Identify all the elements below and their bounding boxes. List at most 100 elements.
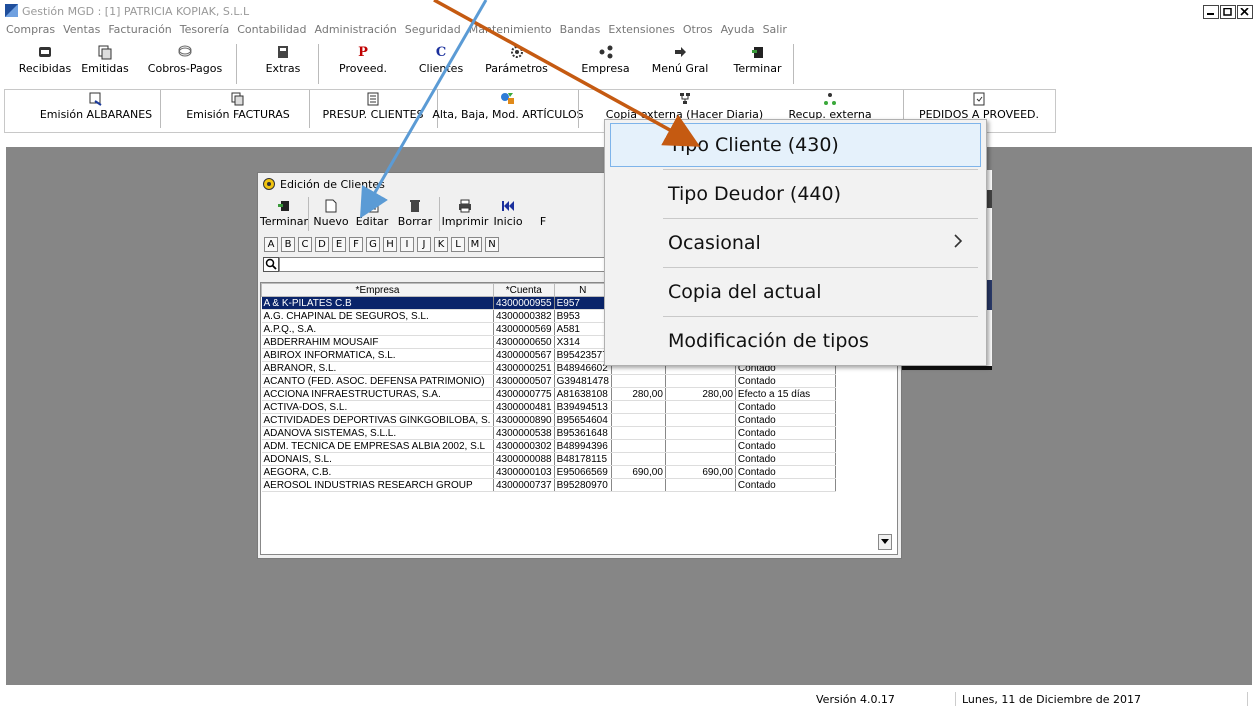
menu-item-ocasional[interactable]: Ocasional [610, 221, 981, 265]
cell-nif: B95423577 [554, 348, 612, 362]
cell-importe-2 [665, 413, 736, 427]
minimize-button[interactable] [1203, 5, 1219, 19]
cell-forma-pago: Contado [735, 374, 836, 388]
table-row[interactable]: ACCIONA INFRAESTRUCTURAS, S.A. 4300000775… [261, 387, 836, 401]
menu-item-label: Tipo Deudor (440) [668, 183, 842, 205]
table-row[interactable]: ADONAIS, S.L. 4300000088 B48178115 Contado [261, 452, 836, 466]
column-header-empresa[interactable]: *Empresa [261, 283, 494, 297]
letter-n-button[interactable]: N [485, 237, 499, 252]
articulos-button[interactable]: Alta, Baja, Mod. ARTÍCULOS [432, 90, 584, 132]
toolbar-separator [236, 44, 237, 84]
search-button[interactable] [263, 256, 279, 272]
imprimir-button[interactable]: Imprimir [442, 195, 488, 233]
letter-d-button[interactable]: D [315, 237, 329, 252]
letter-k-button[interactable]: K [434, 237, 448, 252]
cell-cuenta: 4300000567 [493, 348, 555, 362]
letter-g-button[interactable]: G [366, 237, 380, 252]
toolbar-separator [318, 44, 319, 84]
table-row[interactable]: ACTIVA-DOS, S.L. 4300000481 B39494513 Conta… [261, 400, 836, 414]
scroll-down-button[interactable] [878, 534, 892, 550]
menu-ayuda[interactable]: Ayuda [721, 22, 755, 38]
letter-b-button[interactable]: B [281, 237, 295, 252]
c-letter-icon: C [435, 44, 447, 60]
emision-albaranes-button[interactable]: Emisión ALBARANES [40, 90, 152, 132]
table-row[interactable]: ACTIVIDADES DEPORTIVAS GINKGOBILOBA, S. 4… [261, 413, 836, 427]
table-row[interactable]: ADANOVA SISTEMAS, S.L.L. 4300000538 B95361… [261, 426, 836, 440]
menu-otros[interactable]: Otros [683, 22, 713, 38]
menu-salir[interactable]: Salir [763, 22, 787, 38]
menu-compras[interactable]: Compras [6, 22, 55, 38]
table-row[interactable]: AEGORA, C.B. 4300000103 E95066569 690,00 690… [261, 465, 836, 479]
cell-importe-1: 690,00 [611, 465, 666, 479]
table-row[interactable]: AEROSOL INDUSTRIAS RESEARCH GROUP 4300000… [261, 478, 836, 492]
final-label: F [539, 215, 547, 228]
empresa-button[interactable]: Empresa [578, 42, 633, 84]
terminar-tool-button[interactable]: Terminar [260, 195, 308, 233]
trash-icon [410, 200, 420, 212]
cell-empresa: ACTIVIDADES DEPORTIVAS GINKGOBILOBA, S. [261, 413, 494, 427]
presup-clientes-button[interactable]: PRESUP. CLIENTES [311, 90, 435, 132]
editar-button[interactable]: Editar [351, 195, 393, 233]
cell-empresa: ABDERRAHIM MOUSAIF [261, 335, 494, 349]
borrar-button[interactable]: Borrar [393, 195, 437, 233]
menu-ventas[interactable]: Ventas [63, 22, 100, 38]
close-button[interactable] [1237, 5, 1253, 19]
inicio-button[interactable]: Inicio [488, 195, 528, 233]
menu-item-modificacion-tipos[interactable]: Modificación de tipos [610, 319, 981, 363]
cell-nif: B953 [554, 309, 612, 323]
letter-m-button[interactable]: M [468, 237, 482, 252]
table-row[interactable]: ACANTO (FED. ASOC. DEFENSA PATRIMONIO) 43… [261, 374, 836, 388]
nuevo-button[interactable]: Nuevo [311, 195, 351, 233]
cobros-pagos-button[interactable]: Cobros-Pagos [140, 42, 230, 84]
menu-tesoreria[interactable]: Tesorería [180, 22, 229, 38]
letter-c-button[interactable]: C [298, 237, 312, 252]
menu-facturacion[interactable]: Facturación [108, 22, 171, 38]
recibidas-button[interactable]: Recibidas [19, 42, 71, 84]
cell-cuenta: 4300000251 [493, 361, 555, 375]
maximize-button[interactable] [1220, 5, 1236, 19]
menu-item-tipo-deudor[interactable]: Tipo Deudor (440) [610, 172, 981, 216]
menu-administracion[interactable]: Administración [315, 22, 397, 38]
letter-j-button[interactable]: J [417, 237, 431, 252]
emision-facturas-label: Emisión FACTURAS [186, 108, 290, 121]
final-button[interactable]: F [528, 195, 558, 233]
terminar-button[interactable]: Terminar [730, 42, 785, 84]
clientes-button[interactable]: C Clientes [416, 42, 466, 84]
letter-i-button[interactable]: I [400, 237, 414, 252]
table-row[interactable]: ADM. TECNICA DE EMPRESAS ALBIA 2002, S.L… [261, 439, 836, 453]
menu-bandas[interactable]: Bandas [560, 22, 601, 38]
menu-item-copia-actual[interactable]: Copia del actual [610, 270, 981, 314]
emision-facturas-button[interactable]: Emisión FACTURAS [182, 90, 294, 132]
letter-l-button[interactable]: L [451, 237, 465, 252]
column-header-cuenta[interactable]: *Cuenta [493, 283, 555, 297]
menu-gral-button[interactable]: Menú Gral [650, 42, 710, 84]
cell-importe-1 [611, 400, 666, 414]
letter-a-button[interactable]: A [264, 237, 278, 252]
parametros-button[interactable]: Parámetros [484, 42, 549, 84]
book-icon [278, 46, 288, 58]
cell-empresa: A.G. CHAPINAL DE SEGUROS, S.L. [261, 309, 494, 323]
letter-h-button[interactable]: H [383, 237, 397, 252]
proveed-button[interactable]: P Proveed. [338, 42, 388, 84]
cell-importe-2 [665, 439, 736, 453]
tool-separator [308, 197, 309, 231]
cell-nif: A581 [554, 322, 612, 336]
menu-extensiones[interactable]: Extensiones [608, 22, 675, 38]
emitidas-button[interactable]: Emitidas [80, 42, 130, 84]
cell-importe-2 [665, 452, 736, 466]
menu-seguridad[interactable]: Seguridad [405, 22, 461, 38]
extras-button[interactable]: Extras [258, 42, 308, 84]
letter-e-button[interactable]: E [332, 237, 346, 252]
toolbar-separator [793, 44, 794, 84]
menu-mantenimiento[interactable]: Mantenimiento [469, 22, 552, 38]
menu-item-tipo-cliente[interactable]: Tipo Cliente (430) [610, 123, 981, 167]
cell-nif: G39481478 [554, 374, 612, 388]
column-header-nif[interactable]: N [553, 283, 612, 297]
search-input[interactable] [279, 256, 609, 272]
cell-empresa: ACTIVA-DOS, S.L. [261, 400, 494, 414]
cell-cuenta: 4300000890 [493, 413, 555, 427]
letter-f-button[interactable]: F [349, 237, 363, 252]
version-label: Versión 4.0.17 [816, 693, 895, 706]
cell-importe-2 [665, 478, 736, 492]
menu-contabilidad[interactable]: Contabilidad [237, 22, 306, 38]
